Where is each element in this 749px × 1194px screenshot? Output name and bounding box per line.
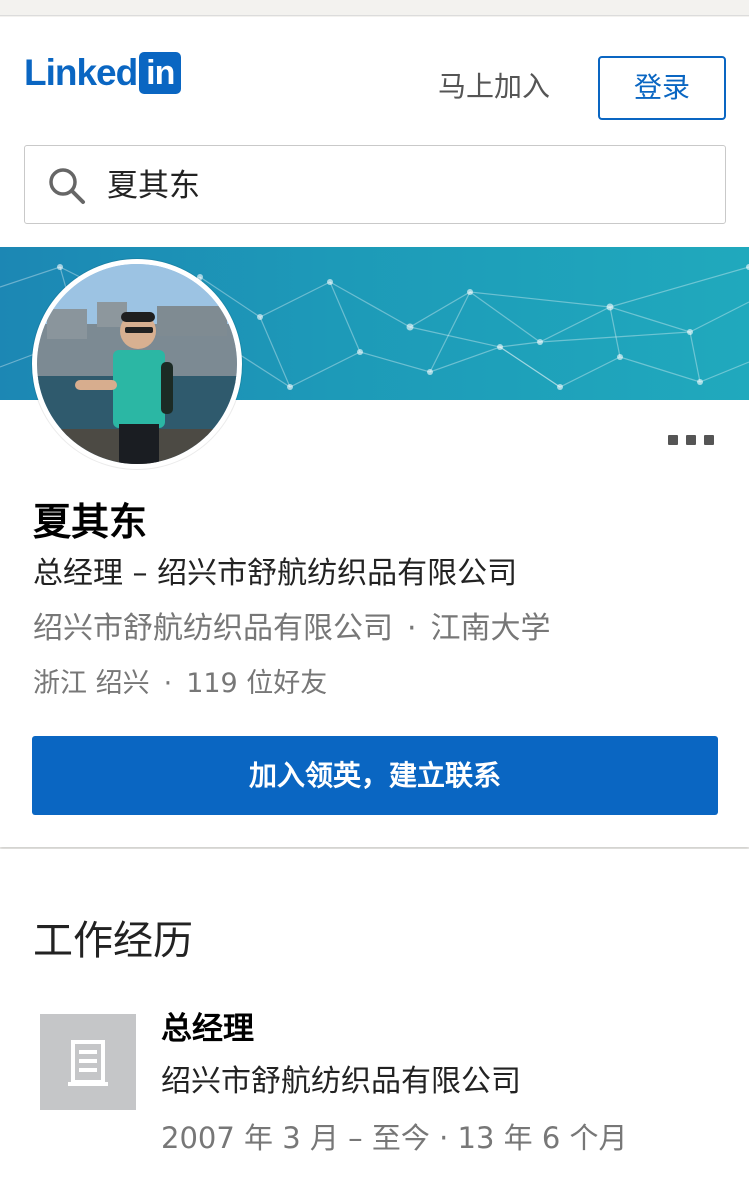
top-header: Linked in 马上加入 登录 夏其东 (0, 17, 749, 247)
profile-avatar[interactable] (32, 259, 242, 469)
profile-card: 夏其东 总经理 – 绍兴市舒航纺织品有限公司 绍兴市舒航纺织品有限公司 · 江南大学… (0, 247, 749, 847)
location: 浙江 绍兴 (33, 668, 150, 699)
join-to-connect-button[interactable]: 加入领英，建立联系 (32, 736, 718, 815)
job-dates: 2007 年 3 月 – 至今 · 13 年 6 个月 (161, 1121, 628, 1155)
profile-company-school: 绍兴市舒航纺织品有限公司 · 江南大学 (33, 609, 551, 649)
job-company[interactable]: 绍兴市舒航纺织品有限公司 (161, 1061, 521, 1103)
search-icon (49, 168, 85, 204)
more-icon-dot (686, 435, 696, 445)
search-value: 夏其东 (107, 168, 200, 204)
job-title: 总经理 (161, 1011, 254, 1047)
profile-name: 夏其东 (33, 500, 148, 544)
more-options-button[interactable] (668, 429, 714, 451)
separator-dot: · (407, 611, 417, 646)
top-strip (0, 0, 749, 16)
separator-dot: · (163, 668, 173, 699)
logo-in-badge: in (139, 52, 182, 94)
experience-section: 工作经历 总经理 绍兴市舒航纺织品有限公司 2007 年 3 月 – 至今 · … (0, 849, 749, 1194)
company-logo[interactable] (40, 1014, 136, 1110)
logo-wordmark: Linked (24, 52, 138, 93)
avatar-photo (37, 264, 237, 464)
connections-count: 119 位好友 (186, 668, 328, 699)
linkedin-logo[interactable]: Linked in (24, 52, 182, 94)
current-company[interactable]: 绍兴市舒航纺织品有限公司 (33, 611, 393, 646)
section-title: 工作经历 (33, 918, 193, 964)
join-now-link[interactable]: 马上加入 (438, 67, 550, 107)
building-icon (68, 1040, 108, 1086)
more-icon-dot (704, 435, 714, 445)
profile-location-connections: 浙江 绍兴 · 119 位好友 (33, 665, 327, 703)
more-icon-dot (668, 435, 678, 445)
search-input[interactable]: 夏其东 (24, 145, 726, 224)
school-name[interactable]: 江南大学 (431, 611, 551, 646)
profile-headline: 总经理 – 绍兴市舒航纺织品有限公司 (33, 556, 518, 591)
sign-in-button[interactable]: 登录 (598, 56, 726, 120)
